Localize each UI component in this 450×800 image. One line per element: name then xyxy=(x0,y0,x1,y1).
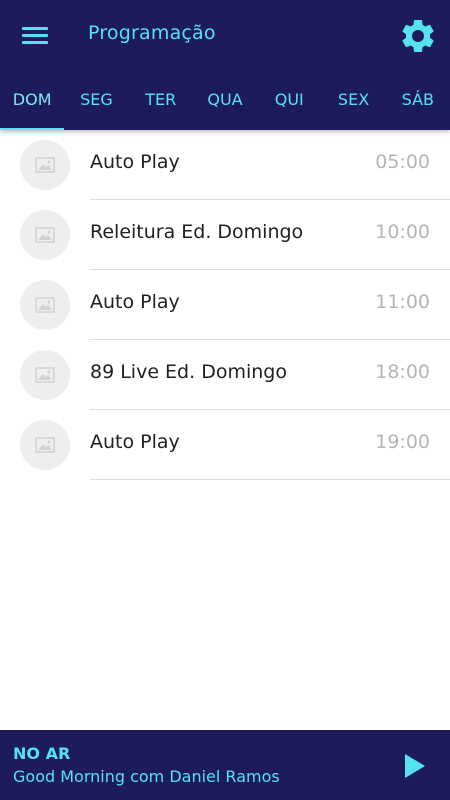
program-time: 10:00 xyxy=(375,221,430,243)
tab-label: TER xyxy=(145,90,177,109)
program-time: 19:00 xyxy=(375,431,430,453)
image-placeholder-icon xyxy=(35,437,55,453)
tab-seg[interactable]: SEG xyxy=(64,72,128,130)
program-name: Auto Play xyxy=(90,291,180,313)
play-button[interactable] xyxy=(396,748,432,784)
program-thumbnail xyxy=(20,210,70,260)
tab-qui[interactable]: QUI xyxy=(257,72,321,130)
program-thumbnail xyxy=(20,420,70,470)
program-time: 18:00 xyxy=(375,361,430,383)
settings-button[interactable] xyxy=(398,16,438,56)
program-time: 11:00 xyxy=(375,291,430,313)
divider xyxy=(90,479,450,480)
tab-label: SEX xyxy=(337,90,370,109)
tab-sab[interactable]: SÁB xyxy=(386,72,450,130)
list-item[interactable]: Auto Play 19:00 xyxy=(0,410,450,480)
program-name: Auto Play xyxy=(90,151,180,173)
program-name: 89 Live Ed. Domingo xyxy=(90,361,287,383)
page-title: Programação xyxy=(88,22,216,44)
now-playing-program: Good Morning com Daniel Ramos xyxy=(13,767,280,786)
image-placeholder-icon xyxy=(35,157,55,173)
image-placeholder-icon xyxy=(35,297,55,313)
now-playing-bar[interactable]: NO AR Good Morning com Daniel Ramos xyxy=(0,730,450,800)
tab-label: SEG xyxy=(80,90,113,109)
schedule-list: Auto Play 05:00 Releitura Ed. Domingo 10… xyxy=(0,130,450,480)
on-air-label: NO AR xyxy=(13,744,71,763)
play-icon xyxy=(405,754,425,778)
list-item[interactable]: Releitura Ed. Domingo 10:00 xyxy=(0,200,450,270)
tab-label: QUA xyxy=(207,90,243,109)
toolbar: Programação xyxy=(0,0,450,72)
list-item[interactable]: Auto Play 11:00 xyxy=(0,270,450,340)
image-placeholder-icon xyxy=(35,227,55,243)
program-thumbnail xyxy=(20,350,70,400)
program-time: 05:00 xyxy=(375,151,430,173)
tab-qua[interactable]: QUA xyxy=(193,72,257,130)
program-thumbnail xyxy=(20,140,70,190)
tab-sex[interactable]: SEX xyxy=(321,72,385,130)
tab-dom[interactable]: DOM xyxy=(0,72,65,130)
gear-icon xyxy=(402,19,434,52)
tab-label: QUI xyxy=(274,90,304,109)
program-name: Auto Play xyxy=(90,431,180,453)
app-bar: Programação DOM SEG TER QUA QUI SEX SÁB xyxy=(0,0,450,130)
list-item[interactable]: Auto Play 05:00 xyxy=(0,130,450,200)
app-screen: Programação DOM SEG TER QUA QUI SEX SÁB … xyxy=(0,0,450,800)
list-item[interactable]: 89 Live Ed. Domingo 18:00 xyxy=(0,340,450,410)
tab-label: SÁB xyxy=(401,90,435,109)
program-thumbnail xyxy=(20,280,70,330)
image-placeholder-icon xyxy=(35,367,55,383)
menu-button[interactable] xyxy=(13,17,57,55)
day-tabs: DOM SEG TER QUA QUI SEX SÁB xyxy=(0,72,450,130)
program-name: Releitura Ed. Domingo xyxy=(90,221,304,243)
tab-ter[interactable]: TER xyxy=(129,72,193,130)
tab-label: DOM xyxy=(12,90,52,109)
